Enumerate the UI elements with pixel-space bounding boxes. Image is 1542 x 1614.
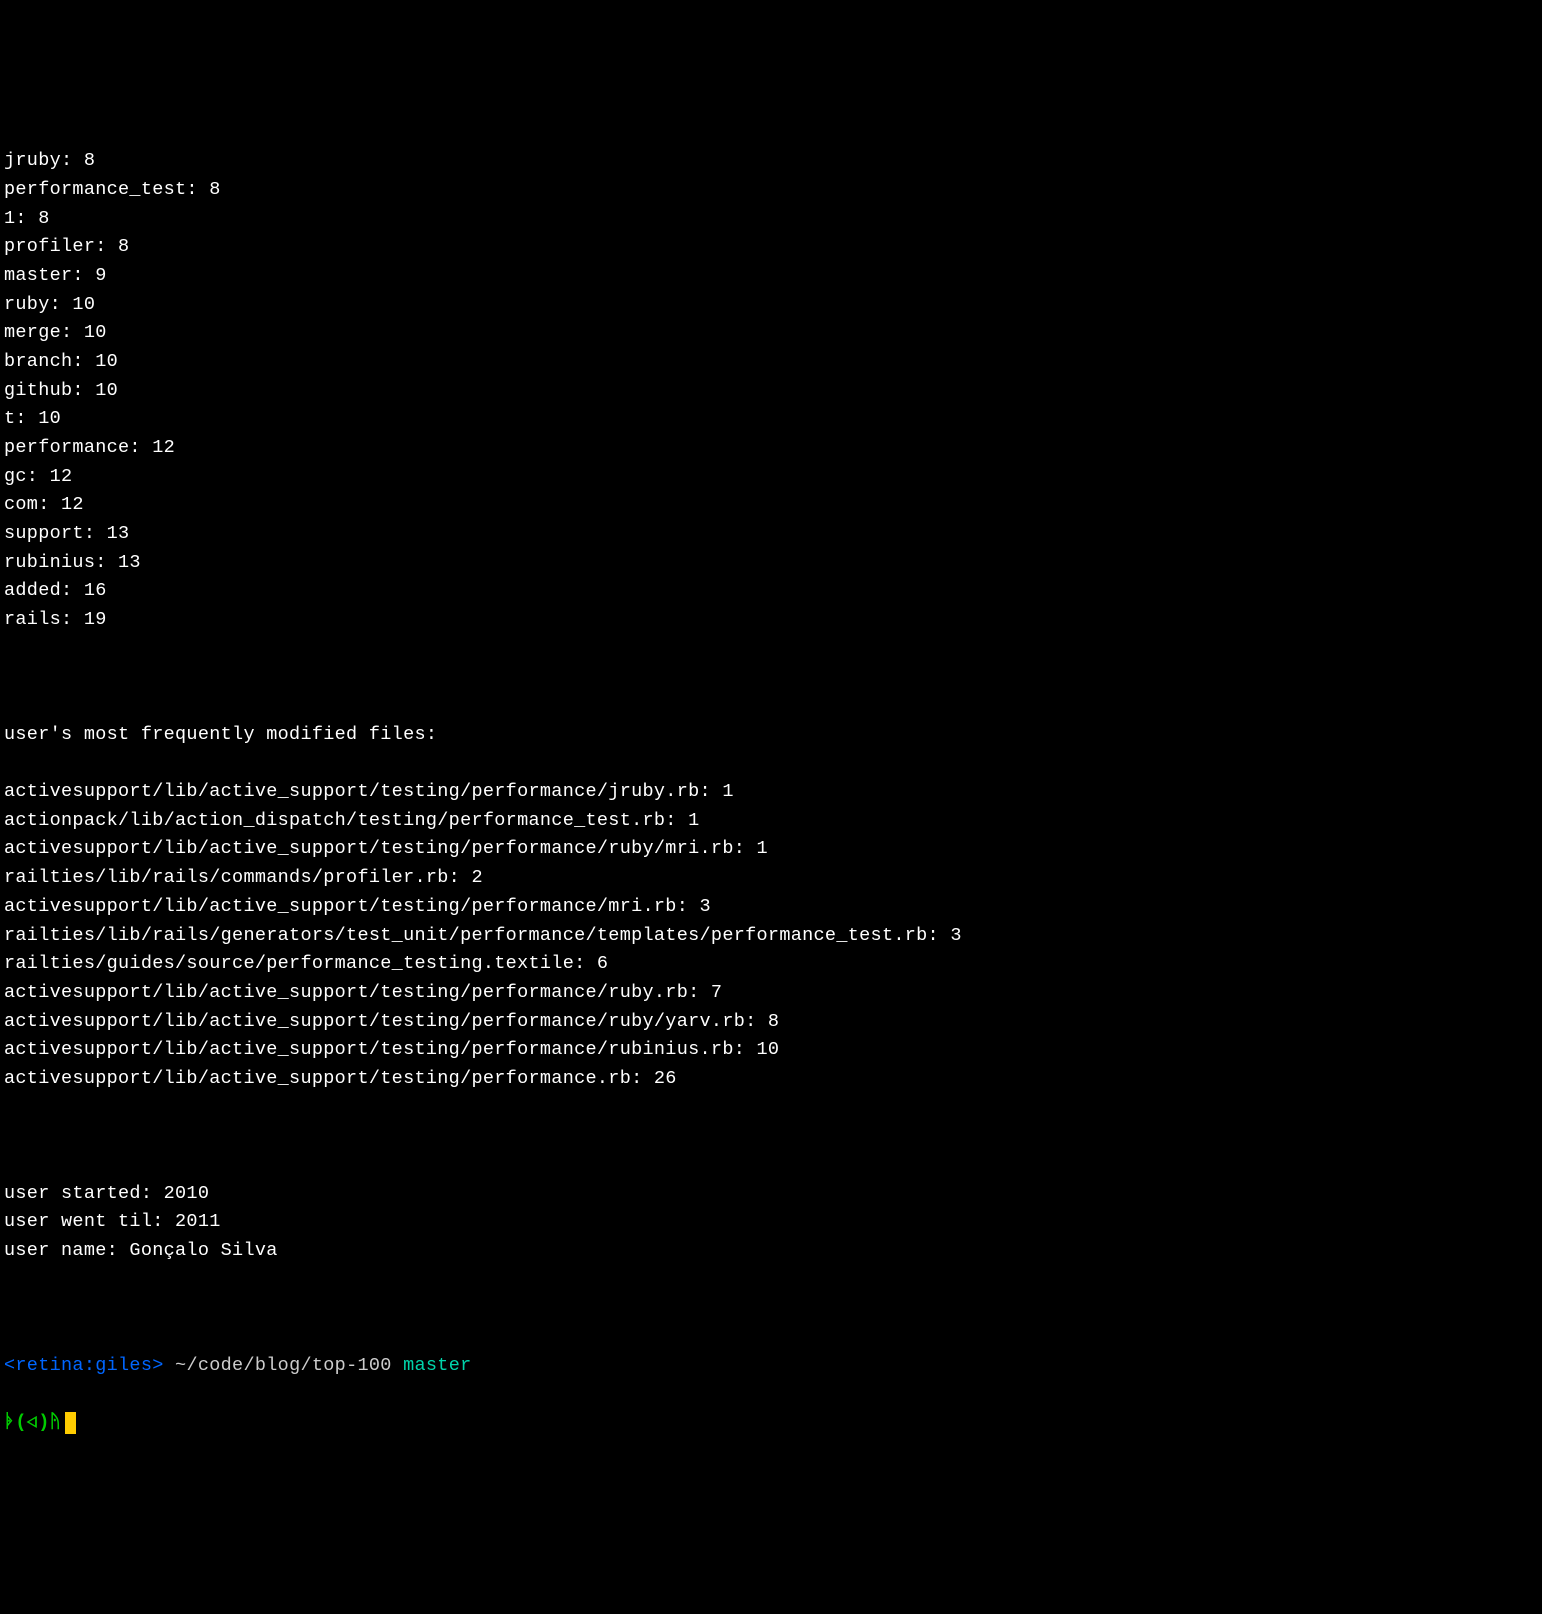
files-section-header: user's most frequently modified files:: [4, 721, 1538, 750]
file-line: railties/lib/rails/generators/test_unit/…: [4, 922, 1538, 951]
prompt-host: <retina:giles>: [4, 1352, 164, 1381]
prompt-symbols: ᚧ(◁)ᚤ: [4, 1409, 61, 1438]
user-info-line: user name: Gonçalo Silva: [4, 1237, 1538, 1266]
blank-line: [4, 1122, 1538, 1151]
word-count-line: 1: 8: [4, 205, 1538, 234]
word-count-line: jruby: 8: [4, 147, 1538, 176]
file-line: activesupport/lib/active_support/testing…: [4, 778, 1538, 807]
word-count-line: merge: 10: [4, 319, 1538, 348]
prompt-path: ~/code/blog/top-100: [175, 1352, 392, 1381]
cursor-icon: [65, 1412, 76, 1434]
shell-prompt-line2[interactable]: ᚧ(◁)ᚤ: [4, 1409, 1538, 1438]
file-line: activesupport/lib/active_support/testing…: [4, 1008, 1538, 1037]
file-line: activesupport/lib/active_support/testing…: [4, 1065, 1538, 1094]
file-line: activesupport/lib/active_support/testing…: [4, 835, 1538, 864]
word-count-line: profiler: 8: [4, 233, 1538, 262]
word-count-line: github: 10: [4, 377, 1538, 406]
file-line: railties/guides/source/performance_testi…: [4, 950, 1538, 979]
word-count-line: performance: 12: [4, 434, 1538, 463]
shell-prompt-line1: <retina:giles> ~/code/blog/top-100 maste…: [4, 1352, 1538, 1381]
user-info-line: user went til: 2011: [4, 1208, 1538, 1237]
blank-line: [4, 663, 1538, 692]
prompt-git-branch: master: [403, 1352, 471, 1381]
word-count-line: rubinius: 13: [4, 549, 1538, 578]
word-count-line: ruby: 10: [4, 291, 1538, 320]
file-line: activesupport/lib/active_support/testing…: [4, 979, 1538, 1008]
file-line: railties/lib/rails/commands/profiler.rb:…: [4, 864, 1538, 893]
blank-line: [4, 1294, 1538, 1323]
word-count-line: t: 10: [4, 405, 1538, 434]
word-count-line: master: 9: [4, 262, 1538, 291]
word-count-line: com: 12: [4, 491, 1538, 520]
terminal-output: jruby: 8performance_test: 81: 8profiler:…: [4, 119, 1538, 1467]
user-info-line: user started: 2010: [4, 1180, 1538, 1209]
file-line: activesupport/lib/active_support/testing…: [4, 893, 1538, 922]
word-count-line: added: 16: [4, 577, 1538, 606]
word-count-line: gc: 12: [4, 463, 1538, 492]
file-line: activesupport/lib/active_support/testing…: [4, 1036, 1538, 1065]
word-count-line: rails: 19: [4, 606, 1538, 635]
word-count-line: branch: 10: [4, 348, 1538, 377]
file-line: actionpack/lib/action_dispatch/testing/p…: [4, 807, 1538, 836]
word-count-line: support: 13: [4, 520, 1538, 549]
word-count-line: performance_test: 8: [4, 176, 1538, 205]
